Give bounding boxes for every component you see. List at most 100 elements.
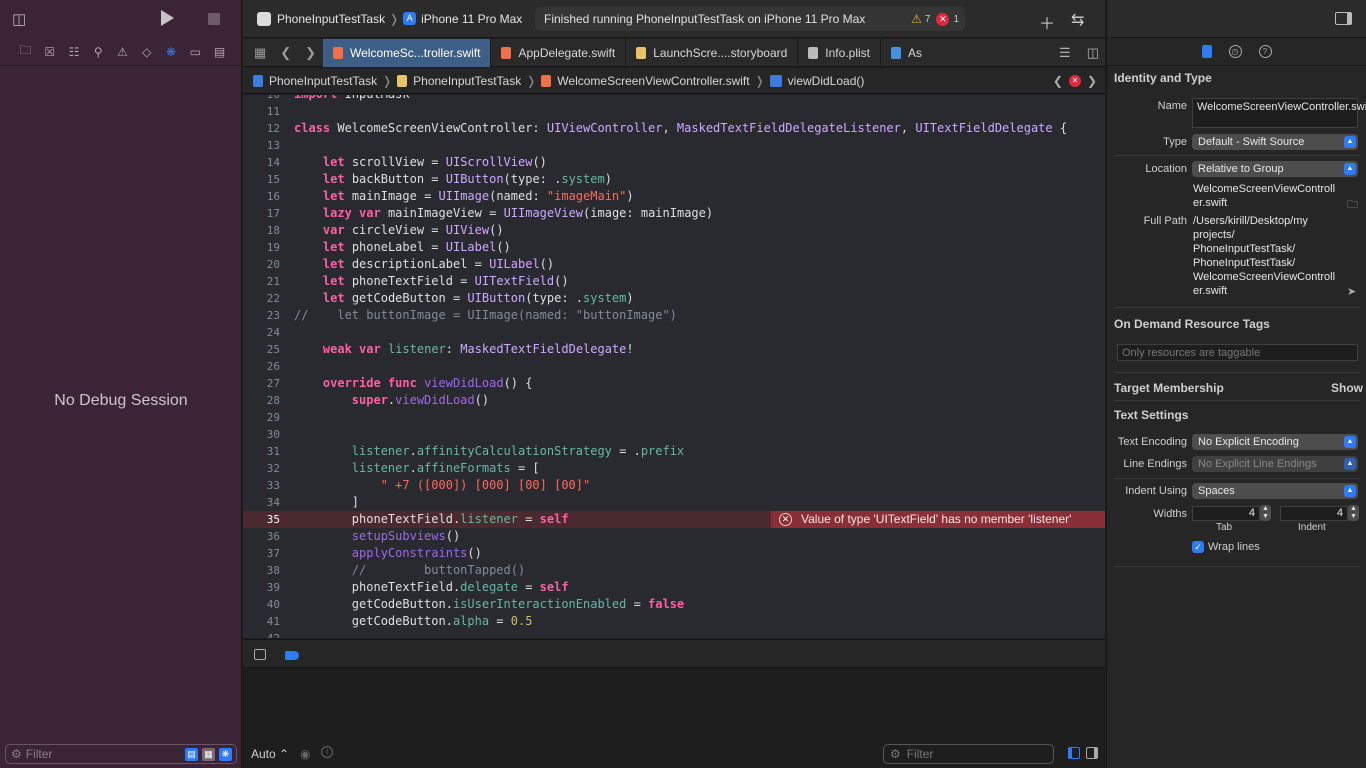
- line-number[interactable]: 24: [243, 324, 280, 341]
- code-line[interactable]: 32 listener.affineFormats = [: [243, 460, 1105, 477]
- quick-help-icon[interactable]: ?: [1258, 45, 1272, 58]
- line-number[interactable]: 16: [243, 188, 280, 205]
- line-number[interactable]: 40: [243, 596, 280, 613]
- code-line[interactable]: 25 weak var listener: MaskedTextFieldDel…: [243, 341, 1105, 358]
- code-line[interactable]: 33 " +7 ([000]) [000] [00] [00]": [243, 477, 1105, 494]
- console-area[interactable]: Auto ⌃ ◉ i ⚙ Filter: [243, 669, 1105, 768]
- line-number[interactable]: 31: [243, 443, 280, 460]
- inspector-toggle-icon[interactable]: [1335, 12, 1352, 25]
- type-popup[interactable]: Default - Swift Source ▲: [1192, 134, 1358, 150]
- code-line[interactable]: 27 override func viewDidLoad() {: [243, 375, 1105, 392]
- code-line[interactable]: 20 let descriptionLabel = UILabel(): [243, 256, 1105, 273]
- tab-assets[interactable]: As: [881, 39, 932, 67]
- line-number[interactable]: 32: [243, 460, 280, 477]
- line-number[interactable]: 18: [243, 222, 280, 239]
- code-text[interactable]: let scrollView = UIScrollView(): [294, 154, 547, 171]
- code-line[interactable]: 42: [243, 630, 1105, 638]
- indent-width-stepper[interactable]: ▲ ▼: [1348, 505, 1359, 521]
- line-number[interactable]: 21: [243, 273, 280, 290]
- code-text[interactable]: let phoneLabel = UILabel(): [294, 239, 511, 256]
- code-line[interactable]: 17 lazy var mainImageView = UIImageView(…: [243, 205, 1105, 222]
- run-button[interactable]: [161, 10, 174, 26]
- code-line[interactable]: 30: [243, 426, 1105, 443]
- tab-width-stepper[interactable]: ▲ ▼: [1260, 505, 1271, 521]
- source-control-icon[interactable]: ☒: [42, 45, 57, 59]
- line-number[interactable]: 38: [243, 562, 280, 579]
- code-text[interactable]: ]: [294, 494, 359, 511]
- error-icon[interactable]: ✕: [1068, 75, 1081, 87]
- code-text[interactable]: // let buttonImage = UIImage(named: "but…: [294, 307, 677, 324]
- line-number[interactable]: 25: [243, 341, 280, 358]
- filter-grid-icon[interactable]: ▦: [202, 747, 215, 761]
- inline-error-message[interactable]: ✕ Value of type 'UITextField' has no memb…: [771, 511, 1105, 528]
- sidebar-toggle-icon[interactable]: ◫: [12, 10, 26, 28]
- variables-scope-select[interactable]: Auto ⌃: [251, 747, 289, 761]
- code-text[interactable]: let descriptionLabel = UILabel(): [294, 256, 554, 273]
- next-issue-icon[interactable]: ❯: [1087, 74, 1097, 88]
- editor-options-icon[interactable]: ☰: [1059, 45, 1071, 61]
- line-number[interactable]: 17: [243, 205, 280, 222]
- name-field[interactable]: WelcomeScreenViewController.swift: [1192, 98, 1366, 128]
- reveal-in-finder-icon[interactable]: ➤: [1347, 285, 1356, 298]
- code-line[interactable]: 21 let phoneTextField = UITextField(): [243, 273, 1105, 290]
- code-line[interactable]: 39 phoneTextField.delegate = self: [243, 579, 1105, 596]
- code-text[interactable]: let phoneTextField = UITextField(): [294, 273, 569, 290]
- line-number[interactable]: 14: [243, 154, 280, 171]
- warning-icon[interactable]: ⚠: [115, 45, 130, 59]
- hierarchy-icon[interactable]: ☷: [67, 45, 82, 59]
- line-number[interactable]: 28: [243, 392, 280, 409]
- line-number[interactable]: 27: [243, 375, 280, 392]
- line-endings-popup[interactable]: No Explicit Line Endings ▲: [1192, 456, 1358, 472]
- history-icon[interactable]: ◷: [1228, 45, 1242, 58]
- code-line[interactable]: 23 // let buttonImage = UIImage(named: "b…: [243, 307, 1105, 324]
- code-review-icon[interactable]: ⇆: [1071, 10, 1084, 30]
- navigator-filter[interactable]: ⚙ Filter ▤ ▦ ❋: [5, 744, 237, 764]
- breadcrumb-file[interactable]: WelcomeScreenViewController.swift: [541, 74, 750, 88]
- code-line[interactable]: 36 setupSubviews(): [243, 528, 1105, 545]
- code-text[interactable]: phoneTextField.delegate = self: [294, 579, 569, 596]
- line-number[interactable]: 39: [243, 579, 280, 596]
- tab-width-field[interactable]: 4: [1192, 506, 1260, 521]
- line-number[interactable]: 22: [243, 290, 280, 307]
- breakpoints-toggle-icon[interactable]: [285, 651, 299, 660]
- line-number[interactable]: 20: [243, 256, 280, 273]
- folder-icon[interactable]: 🗀: [18, 41, 33, 62]
- line-number[interactable]: 23: [243, 307, 280, 324]
- code-line[interactable]: 12 class WelcomeScreenViewController: UIV…: [243, 120, 1105, 137]
- eye-icon[interactable]: ◉: [300, 747, 310, 761]
- indent-width-field[interactable]: 4: [1280, 506, 1348, 521]
- line-number[interactable]: 33: [243, 477, 280, 494]
- line-number[interactable]: 36: [243, 528, 280, 545]
- test-icon[interactable]: ◇: [139, 45, 154, 59]
- line-number[interactable]: 35: [243, 511, 280, 528]
- code-text[interactable]: let getCodeButton = UIButton(type: .syst…: [294, 290, 634, 307]
- code-line[interactable]: 16 let mainImage = UIImage(named: "image…: [243, 188, 1105, 205]
- code-text[interactable]: override func viewDidLoad() {: [294, 375, 533, 392]
- line-number[interactable]: 19: [243, 239, 280, 256]
- line-number[interactable]: 41: [243, 613, 280, 630]
- back-icon[interactable]: ❮: [280, 45, 291, 61]
- line-number[interactable]: 29: [243, 409, 280, 426]
- tab-app-delegate[interactable]: AppDelegate.swift: [491, 38, 627, 67]
- code-text[interactable]: getCodeButton.alpha = 0.5: [294, 613, 533, 630]
- tab-launch-storyboard[interactable]: LaunchScre....storyboard: [626, 38, 799, 67]
- line-number[interactable]: 10: [243, 95, 280, 103]
- stop-button[interactable]: [208, 13, 220, 25]
- code-line[interactable]: 14 let scrollView = UIScrollView(): [243, 154, 1105, 171]
- breadcrumb-group[interactable]: PhoneInputTestTask: [397, 74, 521, 88]
- search-icon[interactable]: ⚲: [91, 45, 106, 59]
- code-line[interactable]: 19 let phoneLabel = UILabel(): [243, 239, 1105, 256]
- filter-option-icon[interactable]: ▤: [185, 747, 198, 761]
- report-icon[interactable]: ▤: [212, 45, 227, 59]
- code-line[interactable]: 10 import InputMask: [243, 95, 1105, 103]
- tab-welcome-controller[interactable]: WelcomeSc...troller.swift: [323, 38, 492, 67]
- code-line[interactable]: 13: [243, 137, 1105, 154]
- show-console-icon[interactable]: [1086, 747, 1098, 759]
- warning-icon[interactable]: ⚠: [911, 12, 922, 26]
- code-text[interactable]: let backButton = UIButton(type: .system): [294, 171, 612, 188]
- console-filter[interactable]: ⚙ Filter: [883, 744, 1054, 764]
- code-text[interactable]: weak var listener: MaskedTextFieldDelega…: [294, 341, 634, 358]
- hide-debug-area-icon[interactable]: [254, 649, 266, 660]
- code-line[interactable]: 22 let getCodeButton = UIButton(type: .s…: [243, 290, 1105, 307]
- error-count[interactable]: 1: [953, 14, 959, 25]
